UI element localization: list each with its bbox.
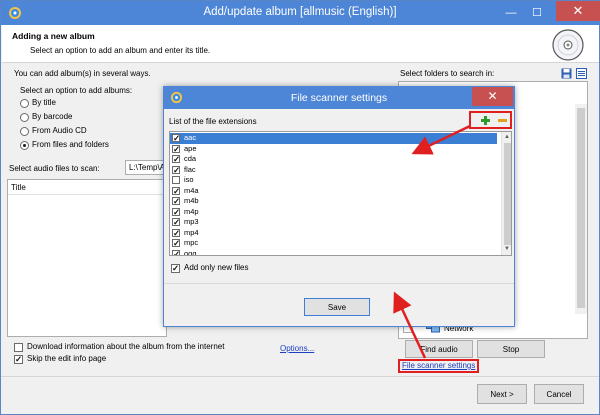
- extension-checkbox[interactable]: [172, 238, 180, 249]
- radio-by-barcode[interactable]: By barcode: [20, 112, 160, 124]
- options-link[interactable]: Options...: [280, 344, 314, 353]
- cancel-button[interactable]: Cancel: [534, 384, 584, 404]
- extension-row[interactable]: aac: [170, 133, 497, 144]
- extension-checkbox[interactable]: [172, 196, 180, 207]
- header-divider: [8, 194, 166, 195]
- extension-row[interactable]: ape: [170, 144, 497, 155]
- minus-icon[interactable]: [498, 116, 507, 125]
- radio-from-files-folders[interactable]: From files and folders: [20, 140, 160, 152]
- extension-row[interactable]: ogg: [170, 248, 497, 256]
- extension-name: mp3: [184, 217, 199, 226]
- radio-indicator[interactable]: [20, 141, 29, 150]
- radio-from-audio-cd[interactable]: From Audio CD: [20, 126, 160, 138]
- checkbox-label: Add only new files: [184, 263, 249, 272]
- file-scanner-dialog: File scanner settings ✕ List of the file…: [163, 86, 515, 327]
- maximize-button[interactable]: ☐: [527, 5, 547, 21]
- extension-row[interactable]: m4p: [170, 207, 497, 218]
- extension-name: ogg: [184, 248, 197, 256]
- extension-name: m4b: [184, 196, 199, 205]
- extension-checkbox[interactable]: [172, 144, 180, 155]
- dialog-title: File scanner settings: [290, 92, 388, 104]
- footer-divider: [1, 376, 599, 377]
- scrollbar-thumb[interactable]: [504, 143, 511, 245]
- folder-list-icon[interactable]: [576, 68, 587, 79]
- radio-label: By title: [32, 98, 57, 107]
- extension-checkbox[interactable]: [172, 165, 180, 176]
- extension-checkbox[interactable]: [172, 154, 180, 165]
- extension-name: iso: [184, 175, 194, 184]
- cd-disc-icon: [552, 29, 584, 61]
- file-scanner-settings-link[interactable]: File scanner settings: [402, 361, 475, 370]
- add-only-new-checkbox[interactable]: Add only new files: [171, 263, 321, 275]
- extension-row[interactable]: mpc: [170, 238, 497, 249]
- extension-row[interactable]: m4b: [170, 196, 497, 207]
- intro-text: You can add album(s) in several ways.: [14, 69, 151, 78]
- radio-label: From Audio CD: [32, 126, 87, 135]
- radio-label: From files and folders: [32, 140, 109, 149]
- extension-name: aac: [184, 133, 197, 142]
- title-column-header[interactable]: Title: [11, 183, 26, 192]
- extension-name: mpc: [184, 238, 199, 247]
- radio-indicator[interactable]: [20, 113, 29, 122]
- extension-checkbox[interactable]: [172, 249, 180, 255]
- extension-checkbox[interactable]: [172, 186, 180, 197]
- option-group-label: Select an option to add albums:: [20, 86, 133, 95]
- extension-name: m4p: [184, 206, 199, 216]
- window-close-button[interactable]: ✕: [556, 1, 600, 21]
- save-button[interactable]: Save: [304, 298, 370, 316]
- find-audio-button[interactable]: Find audio: [405, 340, 473, 358]
- wizard-heading: Adding a new album: [12, 31, 95, 41]
- next-button[interactable]: Next >: [477, 384, 527, 404]
- title-bar[interactable]: Add/update album [allmusic (English)] — …: [1, 1, 600, 25]
- scroll-down-arrow-icon[interactable]: ▼: [504, 246, 510, 252]
- wizard-header: Adding a new album Select an option to a…: [2, 25, 599, 63]
- dialog-title-bar[interactable]: File scanner settings ✕: [164, 87, 514, 109]
- extension-list-label: List of the file extensions: [169, 117, 257, 126]
- dialog-footer-divider: [164, 283, 514, 284]
- radio-label: By barcode: [32, 112, 73, 121]
- extension-checkbox[interactable]: [172, 228, 180, 239]
- scroll-up-arrow-icon[interactable]: ▲: [504, 134, 510, 140]
- extension-list-scrollbar[interactable]: ▲ ▼: [501, 132, 511, 255]
- radio-indicator[interactable]: [20, 99, 29, 108]
- extension-checkbox[interactable]: [172, 133, 180, 144]
- audio-files-list[interactable]: Title: [7, 179, 167, 337]
- extension-checkbox[interactable]: [172, 217, 180, 228]
- radio-by-title[interactable]: By title: [20, 98, 160, 110]
- minimize-button[interactable]: —: [501, 5, 521, 21]
- folder-tree-scrollbar[interactable]: [575, 104, 587, 314]
- stop-button[interactable]: Stop: [477, 340, 545, 358]
- checkbox-label: Download information about the album fro…: [27, 342, 225, 351]
- checkbox-box[interactable]: [14, 343, 23, 352]
- scan-files-label: Select audio files to scan:: [9, 164, 100, 173]
- plus-icon[interactable]: [481, 116, 490, 125]
- checkbox-box[interactable]: [171, 263, 180, 274]
- extension-name: mp4: [184, 227, 199, 237]
- extension-name: flac: [184, 164, 196, 174]
- checkbox-label: Skip the edit info page: [27, 354, 107, 363]
- scrollbar-thumb[interactable]: [577, 108, 585, 308]
- extension-checkbox[interactable]: [172, 207, 180, 218]
- dialog-close-button[interactable]: ✕: [472, 87, 513, 106]
- extension-list[interactable]: aac ape cda flac iso m4a m4b m4p: [169, 131, 512, 256]
- extension-name: m4a: [184, 185, 199, 195]
- wizard-subheading: Select an option to add an album and ent…: [30, 46, 211, 55]
- checkbox-box[interactable]: [14, 354, 23, 365]
- extension-name: ape: [184, 143, 197, 153]
- extension-row[interactable]: mp4: [170, 228, 497, 239]
- extension-row[interactable]: mp3: [170, 217, 497, 228]
- extension-row[interactable]: m4a: [170, 186, 497, 197]
- radio-indicator[interactable]: [20, 127, 29, 136]
- extension-row[interactable]: iso: [170, 175, 497, 186]
- extension-row[interactable]: cda: [170, 154, 497, 165]
- skip-edit-checkbox[interactable]: Skip the edit info page: [14, 354, 214, 366]
- extension-name: cda: [184, 154, 197, 163]
- extension-row[interactable]: flac: [170, 165, 497, 176]
- download-info-checkbox[interactable]: Download information about the album fro…: [14, 342, 274, 354]
- extension-checkbox[interactable]: [172, 176, 180, 184]
- save-icon[interactable]: [561, 68, 572, 79]
- folders-label: Select folders to search in:: [400, 69, 495, 78]
